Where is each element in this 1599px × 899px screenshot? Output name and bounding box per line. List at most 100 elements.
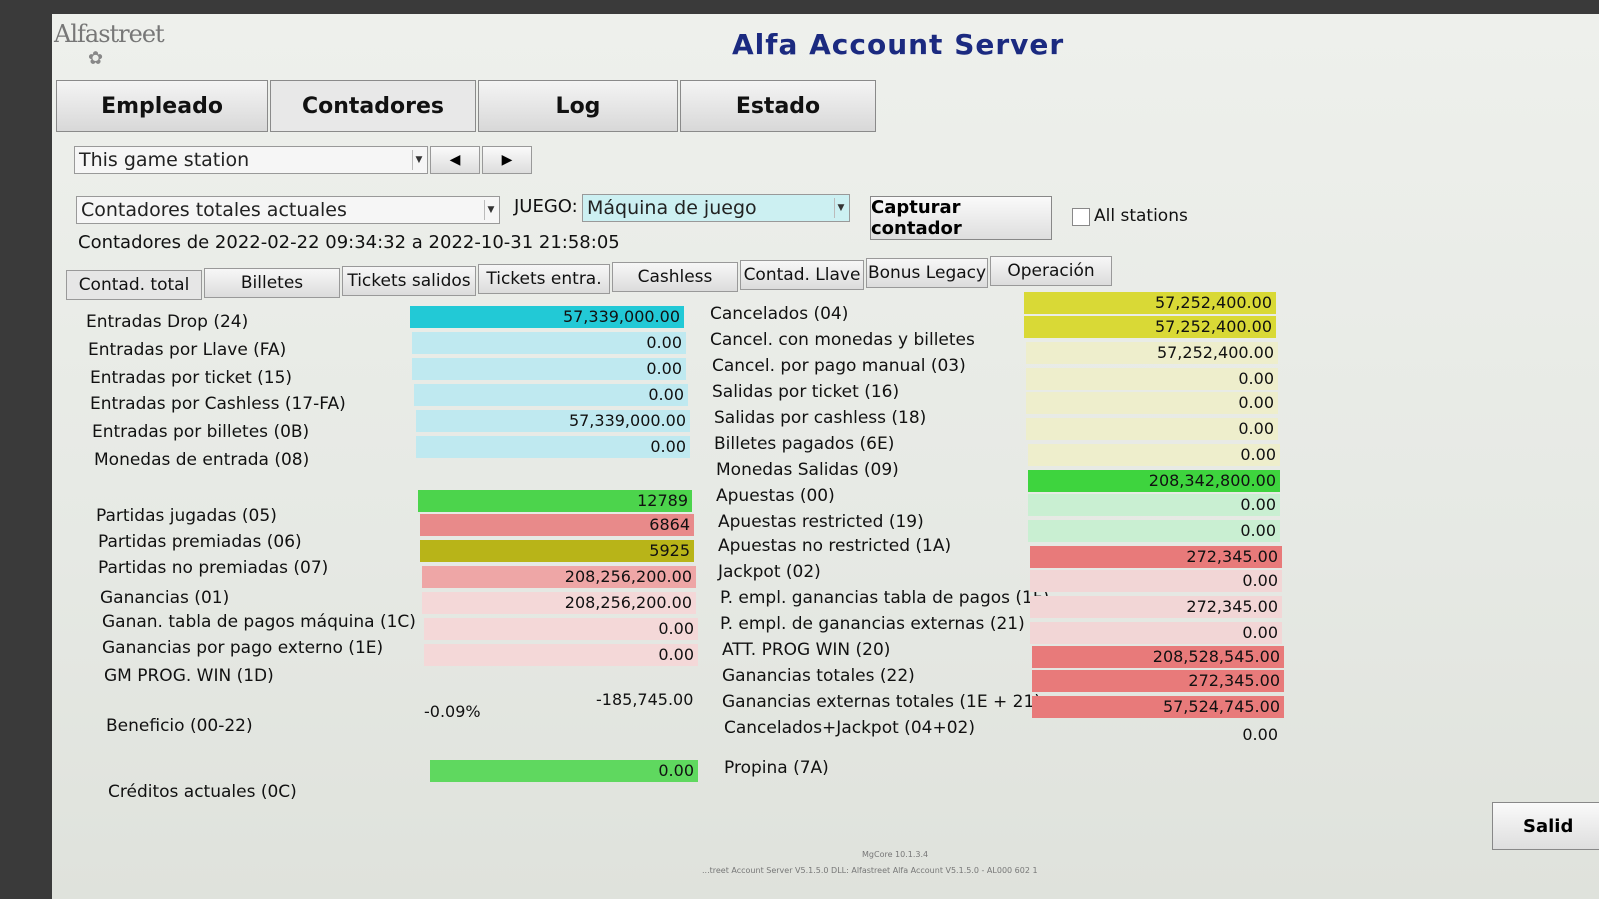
- counter-type-select[interactable]: Contadores totales actuales ▼: [76, 196, 500, 224]
- right-row-value: 272,345.00: [1030, 546, 1282, 568]
- left-row-label: GM PROG. WIN (1D): [104, 666, 274, 686]
- subtab-billetes[interactable]: Billetes: [204, 268, 340, 298]
- logo-emblem-icon: ✿: [88, 48, 104, 69]
- right-row-value: 0.00: [1028, 444, 1280, 466]
- left-row-label: Ganan. tabla de pagos máquina (1C): [102, 612, 416, 632]
- next-station-button[interactable]: ▶: [482, 146, 532, 174]
- chevron-down-icon[interactable]: ▼: [834, 198, 847, 218]
- alfastreet-logo: Alfastreet: [54, 20, 165, 48]
- tab-contadores[interactable]: Contadores: [270, 80, 476, 132]
- chevron-down-icon[interactable]: ▼: [484, 200, 497, 220]
- left-row-label: Entradas por ticket (15): [90, 368, 293, 388]
- left-row-value: 0.00: [416, 436, 690, 458]
- right-row-label: Apuestas restricted (19): [718, 512, 924, 532]
- juego-select[interactable]: Máquina de juego ▼: [582, 194, 850, 222]
- arrow-left-icon: ◀: [449, 152, 461, 168]
- all-stations-label: All stations: [1094, 206, 1188, 226]
- right-row-value: 272,345.00: [1030, 596, 1282, 618]
- right-row-value: 272,345.00: [1032, 670, 1284, 692]
- left-row-label: Entradas por Cashless (17-FA): [90, 394, 346, 414]
- right-row-value: 0.00: [1026, 392, 1278, 414]
- tab-empleado[interactable]: Empleado: [56, 80, 268, 132]
- right-row-label: Cancel. con monedas y billetes: [710, 330, 975, 350]
- subtab-contad-llave[interactable]: Contad. Llave: [740, 260, 864, 290]
- right-row-value: 0.00: [1028, 520, 1280, 542]
- right-row-value: 0.00: [1026, 368, 1278, 390]
- subtab-cashless[interactable]: Cashless: [612, 262, 738, 292]
- main-tabs: Empleado Contadores Log Estado: [56, 80, 878, 132]
- right-row-value: 0.00: [1030, 622, 1282, 644]
- right-row-value: 208,342,800.00: [1028, 470, 1280, 492]
- right-row-value: 208,528,545.00: [1032, 646, 1284, 668]
- date-range-text: Contadores de 2022-02-22 09:34:32 a 2022…: [78, 232, 620, 253]
- right-row-value: 0.00: [1026, 418, 1278, 440]
- arrow-right-icon: ▶: [501, 152, 513, 168]
- left-row-value: 6864: [420, 514, 694, 536]
- right-row-value: 57,524,745.00: [1032, 696, 1284, 718]
- subtab-tickets-entra[interactable]: Tickets entra.: [478, 264, 610, 294]
- beneficio-percent: -0.09%: [424, 702, 481, 721]
- left-row-value: 0.00: [424, 618, 698, 640]
- right-row-label: Monedas Salidas (09): [716, 460, 899, 480]
- right-row-label: Propina (7A): [724, 758, 829, 778]
- right-row-label: Apuestas no restricted (1A): [718, 536, 952, 556]
- left-row-label: Ganancias por pago externo (1E): [102, 638, 384, 658]
- left-row-value: 0.00: [412, 332, 686, 354]
- left-row-label: Monedas de entrada (08): [94, 450, 310, 470]
- left-row-value: 0.00: [412, 358, 686, 380]
- prev-station-button[interactable]: ◀: [430, 146, 480, 174]
- left-row-value: 208,256,200.00: [422, 566, 696, 588]
- left-row-value: 57,339,000.00: [410, 306, 684, 328]
- juego-select-value: Máquina de juego: [587, 197, 757, 219]
- subtab-tickets-salidos[interactable]: Tickets salidos: [342, 266, 476, 296]
- beneficio-label: Beneficio (00-22): [106, 716, 253, 736]
- right-row-label: Ganancias totales (22): [722, 666, 915, 686]
- subtab-operacion[interactable]: Operación: [990, 256, 1112, 286]
- salida-button[interactable]: Salid: [1492, 802, 1599, 850]
- right-row-label: Salidas por cashless (18): [714, 408, 927, 428]
- left-row-value: 5925: [420, 540, 694, 562]
- subtab-contad-total[interactable]: Contad. total: [66, 270, 202, 300]
- footer-version: MgCore 10.1.3.4: [862, 850, 929, 859]
- right-row-label: Cancelados (04): [710, 304, 849, 324]
- station-select-value: This game station: [79, 149, 250, 171]
- right-row-label: Billetes pagados (6E): [714, 434, 895, 454]
- right-row-label: Jackpot (02): [718, 562, 821, 582]
- all-stations-checkbox[interactable]: [1072, 208, 1090, 226]
- right-row-value: 57,252,400.00: [1024, 316, 1276, 338]
- station-select[interactable]: This game station ▼: [74, 146, 428, 174]
- footer-dll-info: ...treet Account Server V5.1.5.0 DLL: Al…: [702, 866, 1038, 875]
- chevron-down-icon[interactable]: ▼: [412, 150, 425, 170]
- left-row-value: 57,339,000.00: [416, 410, 690, 432]
- left-row-value: 208,256,200.00: [422, 592, 696, 614]
- app-window: Alfastreet ✿ Alfa Account Server Emplead…: [52, 14, 1599, 899]
- right-row-value: 57,252,400.00: [1026, 342, 1278, 364]
- tab-estado[interactable]: Estado: [680, 80, 876, 132]
- right-row-label: Cancel. por pago manual (03): [712, 356, 966, 376]
- juego-label: JUEGO:: [514, 196, 578, 217]
- right-row-label: P. empl. de ganancias externas (21): [720, 614, 1025, 634]
- right-row-value: 0.00: [1242, 725, 1278, 744]
- left-row-value: 12789: [418, 490, 692, 512]
- left-row-value: 0.00: [424, 644, 698, 666]
- left-row-label: Partidas no premiadas (07): [98, 558, 329, 578]
- right-row-label: Cancelados+Jackpot (04+02): [724, 718, 975, 738]
- left-row-label: Entradas por Llave (FA): [88, 340, 287, 360]
- creditos-value: 0.00: [430, 760, 698, 782]
- right-row-value: 0.00: [1030, 570, 1282, 592]
- beneficio-value: -185,745.00: [596, 690, 694, 709]
- left-row-value: 0.00: [414, 384, 688, 406]
- right-row-label: Ganancias externas totales (1E + 21): [722, 692, 1041, 712]
- capture-counter-button[interactable]: Capturar contador: [870, 196, 1052, 240]
- right-row-label: ATT. PROG WIN (20): [722, 640, 891, 660]
- right-row-value: 0.00: [1028, 494, 1280, 516]
- app-title: Alfa Account Server: [732, 28, 1065, 61]
- counter-type-value: Contadores totales actuales: [81, 199, 347, 221]
- tab-log[interactable]: Log: [478, 80, 678, 132]
- left-row-label: Partidas premiadas (06): [98, 532, 302, 552]
- left-row-label: Ganancias (01): [100, 588, 230, 608]
- subtab-bonus-legacy[interactable]: Bonus Legacy: [866, 258, 988, 288]
- left-row-label: Partidas jugadas (05): [96, 506, 277, 526]
- creditos-label: Créditos actuales (0C): [108, 782, 297, 802]
- left-row-label: Entradas por billetes (0B): [92, 422, 310, 442]
